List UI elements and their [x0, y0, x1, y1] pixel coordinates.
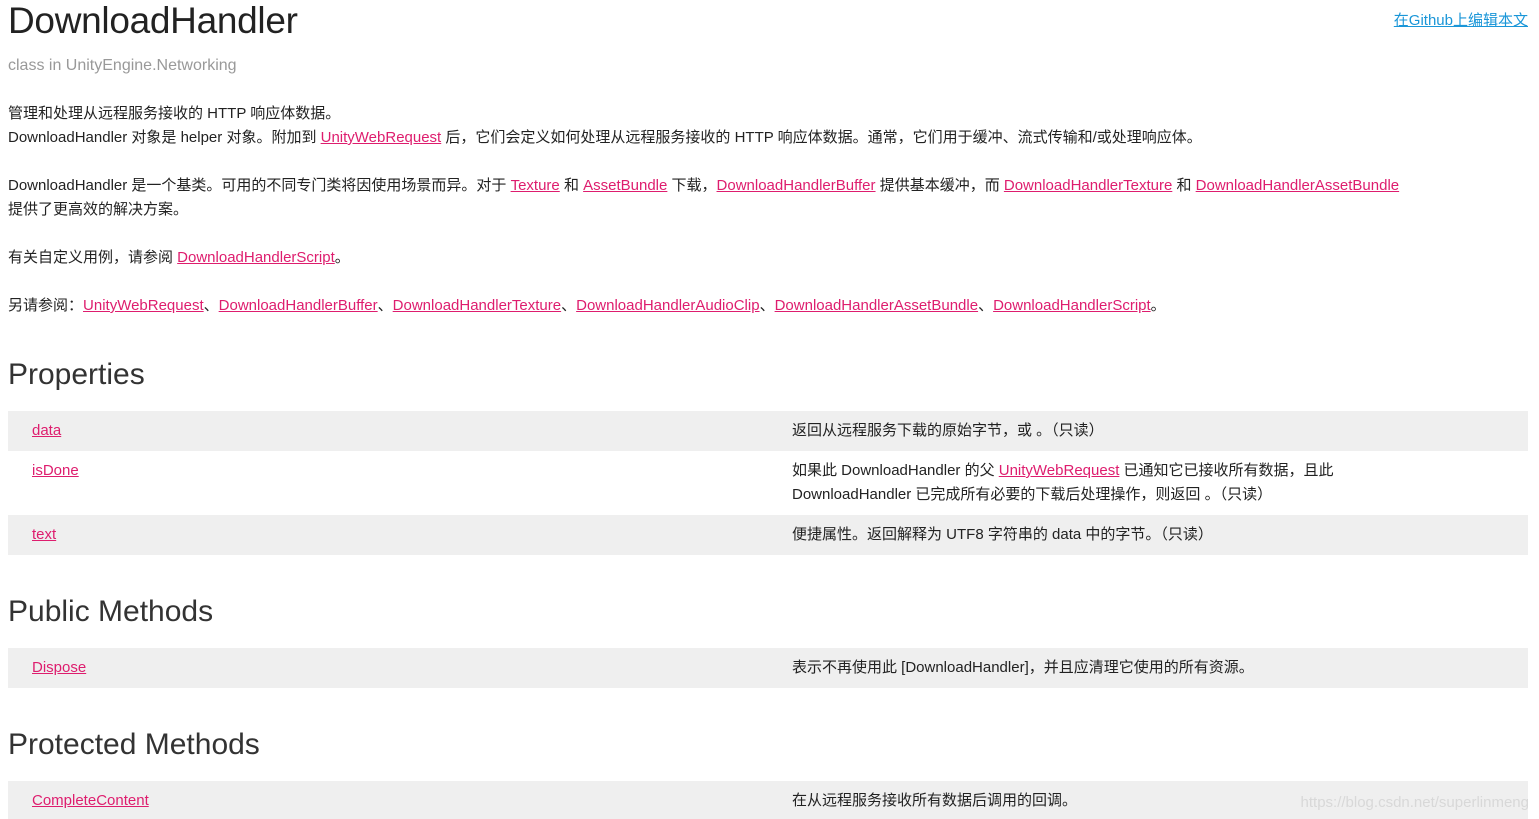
description-line: 有关自定义用例，请参阅 DownloadHandlerScript。 [8, 246, 1530, 270]
description-line: DownloadHandler 是一个基类。可用的不同专门类将因使用场景而异。对… [8, 174, 1530, 198]
member-link-data[interactable]: data [32, 422, 61, 439]
member-desc-text: 已通知它已接收所有数据，且此 [1119, 462, 1334, 479]
description-text: 和 [559, 177, 584, 194]
description-text: DownloadHandler 是一个基类。可用的不同专门类将因使用场景而异。对… [8, 177, 511, 194]
texture-link[interactable]: Texture [511, 177, 560, 194]
see-also-label: 另请参阅： [8, 297, 84, 314]
description-text: 。 [334, 249, 350, 266]
member-name-cell: Dispose [8, 656, 792, 688]
description-line: 提供了更高效的解决方案。 [8, 201, 189, 218]
member-name-cell: isDone [8, 459, 792, 515]
description-line: DownloadHandler 对象是 helper 对象。附加到 UnityW… [8, 126, 1530, 150]
separator: 、 [377, 297, 393, 314]
member-link-completecontent[interactable]: CompleteContent [32, 792, 149, 809]
assetbundle-link[interactable]: AssetBundle [583, 177, 667, 194]
member-link-isdone[interactable]: isDone [32, 462, 79, 479]
see-also-link[interactable]: DownloadHandlerTexture [393, 297, 561, 314]
description-text: 提供基本缓冲，而 [875, 177, 1004, 194]
member-name-cell: CompleteContent [8, 789, 792, 819]
description-paragraph-1: 管理和处理从远程服务接收的 HTTP 响应体数据。 DownloadHandle… [8, 102, 1530, 150]
member-desc-cell: 返回从远程服务下载的原始字节，或 。（只读） [792, 422, 1104, 439]
description-text: 后，它们会定义如何处理从远程服务接收的 HTTP 响应体数据。通常，它们用于缓冲… [441, 129, 1202, 146]
protected-methods-heading: Protected Methods [8, 728, 260, 761]
see-also-line: 另请参阅：UnityWebRequest、DownloadHandlerBuff… [8, 294, 1530, 318]
description-text: 和 [1172, 177, 1196, 194]
member-desc-cell: 如果此 DownloadHandler 的父 UnityWebRequest 已… [792, 459, 1528, 515]
see-also-link[interactable]: DownloadHandlerAudioClip [576, 297, 759, 314]
see-also: 另请参阅：UnityWebRequest、DownloadHandlerBuff… [8, 294, 1530, 318]
unitywebrequest-link[interactable]: UnityWebRequest [321, 129, 442, 146]
separator: 、 [759, 297, 775, 314]
downloadhandlerscript-link[interactable]: DownloadHandlerScript [177, 249, 335, 266]
description-paragraph-3: 有关自定义用例，请参阅 DownloadHandlerScript。 [8, 246, 1530, 270]
public-methods-table: Dispose 表示不再使用此 [DownloadHandler]，并且应清理它… [8, 648, 1528, 688]
member-desc-text: DownloadHandler 已完成所有必要的下载后处理操作，则返回 。（只读… [792, 486, 1273, 503]
downloadhandlerbuffer-link[interactable]: DownloadHandlerBuffer [717, 177, 876, 194]
separator: 、 [978, 297, 994, 314]
member-desc-text: 如果此 DownloadHandler 的父 [792, 462, 999, 479]
see-also-link[interactable]: DownloadHandlerBuffer [219, 297, 378, 314]
downloadhandlertexture-link[interactable]: DownloadHandlerTexture [1004, 177, 1172, 194]
separator: 、 [203, 297, 219, 314]
see-also-link[interactable]: DownloadHandlerAssetBundle [775, 297, 978, 314]
member-desc-cell: 便捷属性。返回解释为 UTF8 字符串的 data 中的字节。（只读） [792, 526, 1213, 543]
downloadhandlerassetbundle-link[interactable]: DownloadHandlerAssetBundle [1196, 177, 1399, 194]
table-row: isDone 如果此 DownloadHandler 的父 UnityWebRe… [8, 451, 1528, 515]
member-link-dispose[interactable]: Dispose [32, 659, 86, 676]
member-link-text[interactable]: text [32, 526, 56, 543]
see-also-end: 。 [1150, 297, 1166, 314]
description-paragraph-2: DownloadHandler 是一个基类。可用的不同专门类将因使用场景而异。对… [8, 174, 1530, 222]
watermark: https://blog.csdn.net/superlinmeng [1300, 794, 1529, 811]
see-also-link[interactable]: UnityWebRequest [83, 297, 204, 314]
description-text: DownloadHandler 对象是 helper 对象。附加到 [8, 129, 321, 146]
page-subtitle: class in UnityEngine.Networking [8, 57, 237, 74]
description-text: 有关自定义用例，请参阅 [8, 249, 178, 266]
table-row: data 返回从远程服务下载的原始字节，或 。（只读） [8, 411, 1528, 451]
member-name-cell: data [8, 419, 792, 451]
properties-heading: Properties [8, 358, 145, 391]
see-also-link[interactable]: DownloadHandlerScript [993, 297, 1151, 314]
page-title: DownloadHandler [8, 0, 298, 41]
public-methods-heading: Public Methods [8, 595, 214, 628]
table-row: text 便捷属性。返回解释为 UTF8 字符串的 data 中的字节。（只读） [8, 515, 1528, 555]
properties-table: data 返回从远程服务下载的原始字节，或 。（只读） isDone 如果此 D… [8, 411, 1528, 555]
edit-on-github-link[interactable]: 在Github上编辑本文 [1394, 12, 1528, 30]
table-row: Dispose 表示不再使用此 [DownloadHandler]，并且应清理它… [8, 648, 1528, 688]
member-name-cell: text [8, 523, 792, 555]
member-desc-cell: 表示不再使用此 [DownloadHandler]，并且应清理它使用的所有资源。 [792, 659, 1254, 676]
separator: 、 [561, 297, 577, 314]
description-text: 下载， [667, 177, 717, 194]
unitywebrequest-link[interactable]: UnityWebRequest [999, 462, 1120, 479]
description-line: 管理和处理从远程服务接收的 HTTP 响应体数据。 [8, 105, 341, 122]
